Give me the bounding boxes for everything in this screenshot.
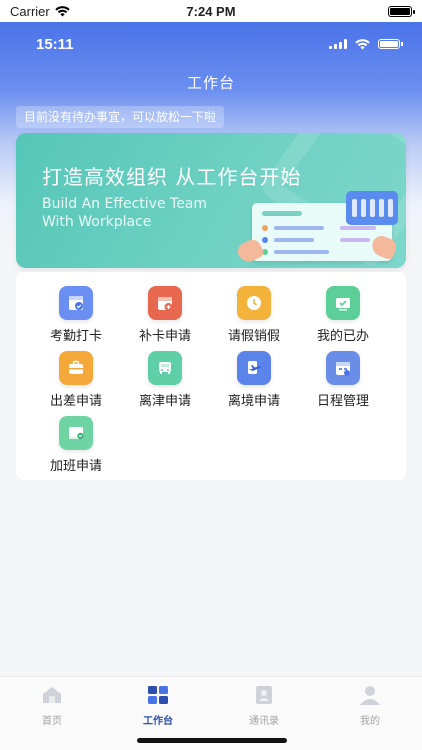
home-indicator[interactable]: [137, 738, 287, 743]
tab-profile[interactable]: 我的: [330, 685, 410, 727]
grid-item-label: 离境申请: [227, 394, 280, 409]
grid-item-leave[interactable]: 请假销假: [210, 286, 298, 344]
grid-item-schedule[interactable]: 日程管理: [299, 351, 387, 409]
banner-subtitle-line1: Build An Effective Team: [42, 196, 208, 212]
wifi-icon: [355, 38, 370, 49]
grid-item-label: 我的已办: [316, 329, 369, 344]
calendar-icon: [326, 351, 360, 385]
battery-icon: [378, 39, 403, 49]
wifi-icon: [55, 5, 70, 16]
grid-item-leave-city[interactable]: 离津申请: [121, 351, 209, 409]
tab-workbench[interactable]: 工作台: [118, 685, 198, 727]
signal-icon: [329, 39, 347, 49]
attendance-clock-icon: [59, 286, 93, 320]
plane-icon: [237, 351, 271, 385]
carrier-info: Carrier: [10, 4, 70, 19]
grid-item-attendance[interactable]: 考勤打卡: [32, 286, 120, 344]
grid-item-label: 请假销假: [227, 329, 280, 344]
grid-item-leave-country[interactable]: 离境申请: [210, 351, 298, 409]
function-grid: 考勤打卡 补卡申请 请假销假 我的已办 出差申请 离津申请 离境申请 日程管理 …: [16, 272, 406, 480]
tab-label: 通讯录: [249, 716, 279, 727]
grid-item-label: 出差申请: [49, 394, 102, 409]
banner-title: 打造高效组织 从工作台开始: [42, 165, 302, 189]
tab-label: 首页: [42, 716, 62, 727]
grid-item-business-trip[interactable]: 出差申请: [32, 351, 120, 409]
car-icon: [148, 351, 182, 385]
battery-icon: [388, 5, 415, 17]
app-status-bar: 15:11: [0, 34, 422, 54]
briefcase-icon: [59, 351, 93, 385]
todo-notice[interactable]: 目前没有待办事宜，可以放松一下啦: [16, 106, 225, 128]
workplace-banner[interactable]: 打造高效组织 从工作台开始 Build An Effective Team Wi…: [16, 133, 406, 268]
card-reissue-icon: [148, 286, 182, 320]
grid-item-card-reissue[interactable]: 补卡申请: [121, 286, 209, 344]
grid-item-label: 日程管理: [316, 394, 369, 409]
tab-label: 我的: [360, 716, 380, 727]
contacts-icon: [256, 686, 272, 704]
system-status-bar: Carrier 7:24 PM: [0, 0, 422, 22]
page-title: 工作台: [186, 74, 235, 92]
overtime-monitor-icon: [59, 416, 93, 450]
app-status-time: 15:11: [36, 35, 74, 53]
banner-subtitle-line2: With Workplace: [42, 214, 152, 230]
grid-item-overtime[interactable]: 加班申请: [32, 416, 120, 474]
done-tasks-icon: [326, 286, 360, 320]
carrier-label: Carrier: [10, 3, 50, 19]
grid-item-done-tasks[interactable]: 我的已办: [299, 286, 387, 344]
home-icon: [43, 687, 61, 703]
chart-illustration: [346, 191, 398, 225]
tab-home[interactable]: 首页: [12, 685, 92, 727]
system-time: 7:24 PM: [186, 3, 236, 19]
grid-item-label: 离津申请: [138, 394, 191, 409]
tab-contacts[interactable]: 通讯录: [224, 685, 304, 727]
workbench-icon: [148, 686, 168, 704]
profile-icon: [360, 686, 380, 705]
grid-item-label: 考勤打卡: [49, 329, 102, 344]
tab-label: 工作台: [143, 716, 173, 727]
grid-item-label: 补卡申请: [138, 329, 191, 344]
leave-clock-icon: [237, 286, 271, 320]
grid-item-label: 加班申请: [49, 459, 102, 474]
banner-subtitle: Build An Effective Team With Workplace: [42, 195, 207, 231]
